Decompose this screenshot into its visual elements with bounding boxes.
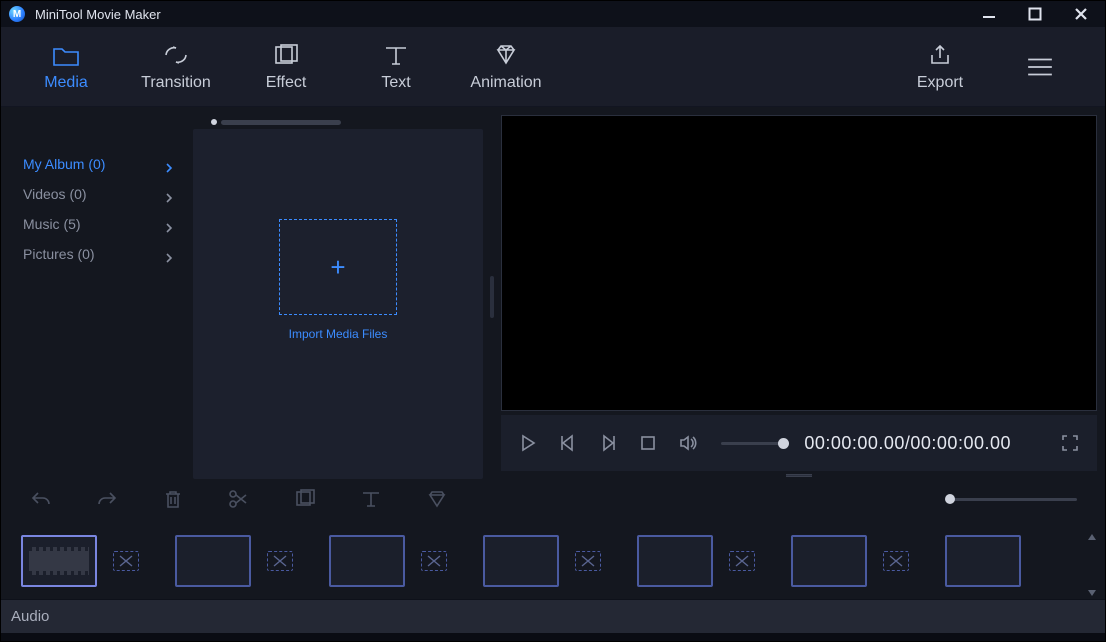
horizontal-splitter[interactable] (501, 471, 1097, 479)
timeline-clip-empty[interactable] (945, 535, 1021, 587)
chevron-right-icon (165, 160, 173, 168)
transition-slot[interactable] (729, 551, 755, 571)
diamond-icon (492, 42, 520, 68)
timeline-clip-empty[interactable] (329, 535, 405, 587)
prev-frame-button[interactable] (557, 432, 579, 454)
window-controls (981, 6, 1097, 22)
timeline-vertical-scrollbar[interactable] (1085, 529, 1099, 593)
chevron-right-icon (165, 250, 173, 258)
sidebar-item-label: Music (5) (23, 216, 81, 232)
sidebar: My Album (0) Videos (0) Music (5) Pictur… (9, 115, 187, 479)
menu-button[interactable] (985, 48, 1095, 86)
tab-animation[interactable]: Animation (451, 36, 561, 98)
tab-transition[interactable]: Transition (121, 36, 231, 98)
timeline-animation-button[interactable] (425, 487, 449, 511)
chevron-right-icon (165, 190, 173, 198)
tab-label: Animation (470, 74, 541, 92)
close-button[interactable] (1073, 6, 1089, 22)
import-media-label: Import Media Files (289, 327, 388, 341)
video-preview[interactable] (501, 115, 1097, 411)
tab-effect[interactable]: Effect (231, 36, 341, 98)
transition-slot[interactable] (267, 551, 293, 571)
crop-button[interactable] (293, 487, 317, 511)
scroll-down-icon[interactable] (1087, 585, 1097, 593)
timeline-track (1, 519, 1105, 599)
sidebar-item-my-album[interactable]: My Album (0) (9, 149, 187, 179)
timeline-clip-selected[interactable] (21, 535, 97, 587)
hamburger-icon (1026, 54, 1054, 80)
text-icon (382, 42, 410, 68)
main-ribbon: Media Transition Effect Text Animation E… (1, 27, 1105, 107)
tab-label: Text (381, 74, 410, 92)
plus-icon: + (330, 252, 345, 283)
tab-label: Effect (266, 74, 307, 92)
redo-button[interactable] (95, 487, 119, 511)
sidebar-item-label: Pictures (0) (23, 246, 95, 262)
workspace: My Album (0) Videos (0) Music (5) Pictur… (1, 107, 1105, 479)
tab-label: Media (44, 74, 88, 92)
timeline-clip-empty[interactable] (791, 535, 867, 587)
maximize-button[interactable] (1027, 6, 1043, 22)
volume-button[interactable] (677, 432, 699, 454)
transition-icon (162, 42, 190, 68)
fullscreen-button[interactable] (1059, 432, 1081, 454)
stop-button[interactable] (637, 432, 659, 454)
preview-controls: 00:00:00.00/00:00:00.00 (501, 415, 1097, 471)
timeline-toolbar (1, 479, 1105, 519)
effect-icon (272, 42, 300, 68)
tab-media[interactable]: Media (11, 36, 121, 98)
vertical-splitter[interactable] (489, 115, 495, 479)
timeline-zoom-slider[interactable] (949, 498, 1077, 501)
transition-slot[interactable] (113, 551, 139, 571)
sidebar-item-label: Videos (0) (23, 186, 87, 202)
export-button[interactable]: Export (895, 36, 985, 98)
export-label: Export (917, 74, 963, 92)
split-button[interactable] (227, 487, 251, 511)
timecode-display: 00:00:00.00/00:00:00.00 (804, 433, 1011, 454)
delete-button[interactable] (161, 487, 185, 511)
audio-track-label: Audio (11, 608, 49, 625)
sidebar-item-music[interactable]: Music (5) (9, 209, 187, 239)
media-horizontal-scrollbar[interactable] (193, 115, 483, 129)
media-panel: + Import Media Files (193, 115, 483, 479)
sidebar-item-label: My Album (0) (23, 156, 105, 172)
transition-slot[interactable] (883, 551, 909, 571)
app-logo-icon: M (9, 6, 25, 22)
import-media-dropzone[interactable]: + (279, 219, 397, 315)
export-icon (926, 42, 954, 68)
transition-slot[interactable] (421, 551, 447, 571)
volume-slider[interactable] (721, 442, 783, 445)
tab-text[interactable]: Text (341, 36, 451, 98)
undo-button[interactable] (29, 487, 53, 511)
media-body: + Import Media Files (193, 129, 483, 479)
sidebar-item-pictures[interactable]: Pictures (0) (9, 239, 187, 269)
timeline-clip-empty[interactable] (483, 535, 559, 587)
app-title: MiniTool Movie Maker (35, 7, 161, 22)
folder-icon (52, 42, 80, 68)
title-bar: M MiniTool Movie Maker (1, 1, 1105, 27)
chevron-right-icon (165, 220, 173, 228)
play-button[interactable] (517, 432, 539, 454)
timeline-clip-empty[interactable] (175, 535, 251, 587)
minimize-button[interactable] (981, 6, 997, 22)
timeline-clip-empty[interactable] (637, 535, 713, 587)
next-frame-button[interactable] (597, 432, 619, 454)
timeline-text-button[interactable] (359, 487, 383, 511)
sidebar-item-videos[interactable]: Videos (0) (9, 179, 187, 209)
audio-track[interactable]: Audio (1, 599, 1105, 633)
scroll-up-icon[interactable] (1087, 529, 1097, 537)
transition-slot[interactable] (575, 551, 601, 571)
preview-panel: 00:00:00.00/00:00:00.00 (501, 115, 1097, 479)
tab-label: Transition (141, 74, 211, 92)
